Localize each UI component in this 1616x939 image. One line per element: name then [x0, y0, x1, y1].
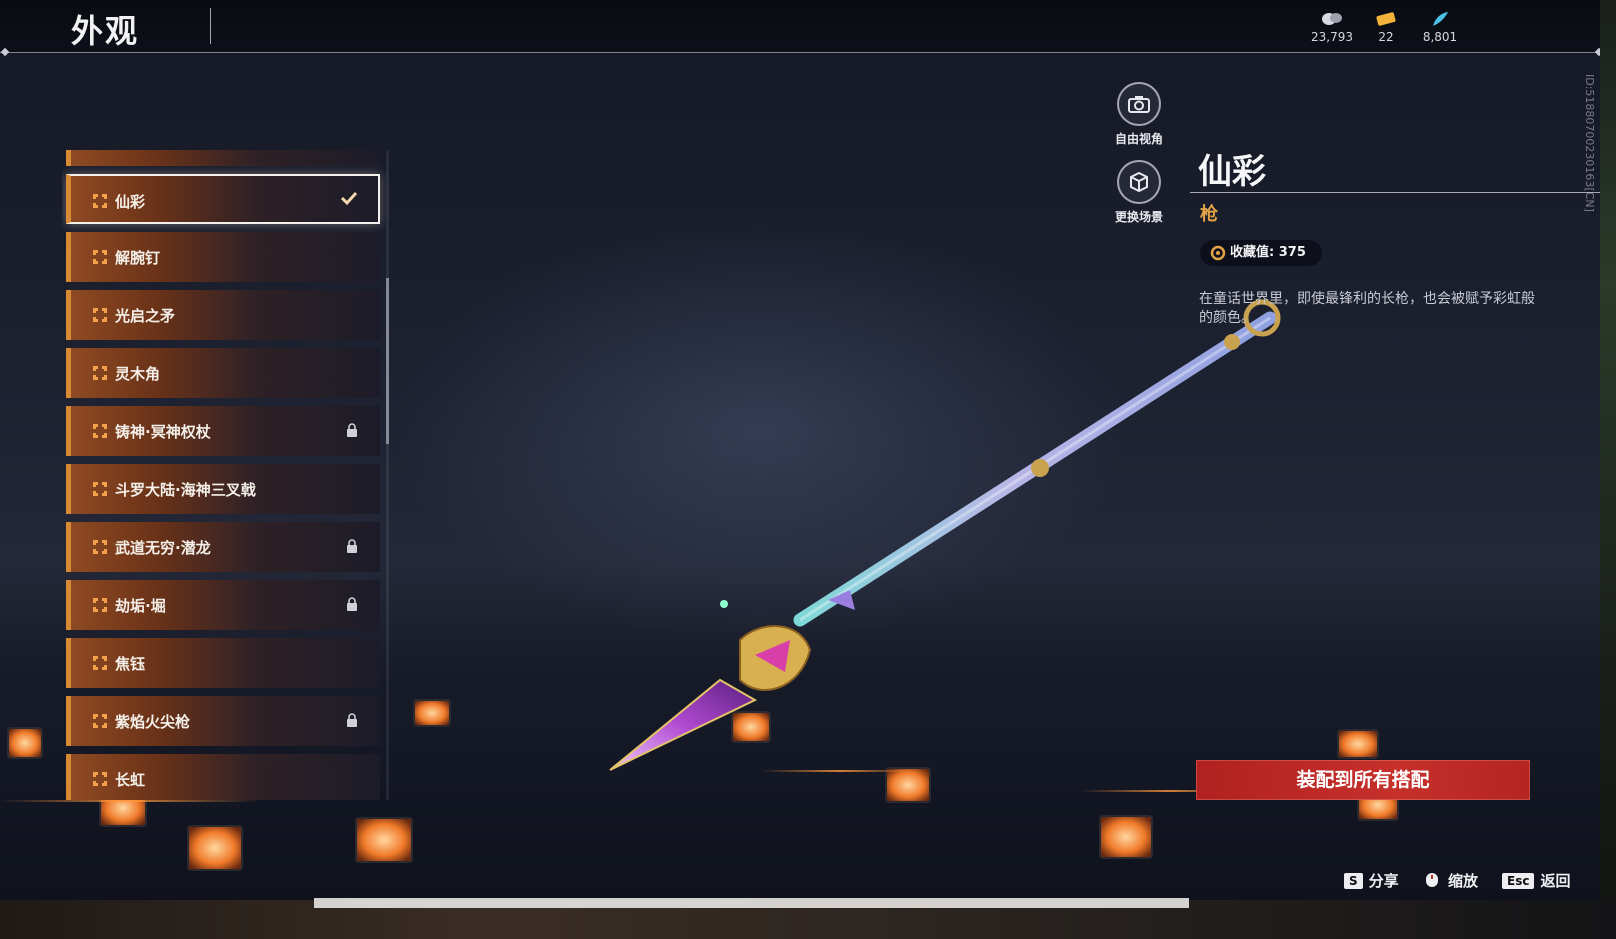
lock-icon	[347, 597, 357, 611]
spear-type-icon	[93, 250, 107, 264]
equip-all-button[interactable]: 装配到所有搭配	[1196, 760, 1530, 800]
list-item-label: 铸神·冥神权杖	[115, 423, 211, 441]
list-item-label: 斗罗大陆·海神三叉戟	[115, 481, 256, 499]
cube-icon	[1117, 160, 1161, 204]
skin-list[interactable]: 仙彩 解腕钉 光启之矛 灵木角 铸神·冥神权杖 斗罗大陆·海神三叉戟 武道无穷·…	[62, 150, 392, 800]
zoom-hint[interactable]: 缩放	[1422, 870, 1478, 891]
list-item[interactable]: 焦钰	[66, 638, 380, 688]
list-item-label: 武道无穷·潜龙	[115, 539, 211, 557]
spear-type-icon	[93, 194, 107, 208]
list-item-label: 劫垢·堀	[115, 597, 166, 615]
list-item-partial[interactable]	[66, 150, 380, 166]
currency-tickets[interactable]: 22	[1356, 10, 1416, 44]
player-id: ID:5188070023​0163[CN]	[1583, 74, 1596, 212]
list-item[interactable]: 紫焰火尖枪	[66, 696, 380, 746]
lock-icon	[347, 713, 357, 727]
list-item[interactable]: 劫垢·堀	[66, 580, 380, 630]
feather-icon	[1433, 12, 1448, 26]
coin-stack-icon	[1322, 13, 1342, 25]
spear-type-icon	[93, 714, 107, 728]
change-scene-label: 更换场景	[1114, 210, 1163, 224]
list-item[interactable]: 光启之矛	[66, 290, 380, 340]
zoom-label: 缩放	[1448, 872, 1479, 890]
background-window-edge	[1600, 0, 1616, 939]
spear-type-icon	[93, 656, 107, 670]
list-item[interactable]: 灵木角	[66, 348, 380, 398]
back-hint[interactable]: Esc 返回	[1502, 870, 1570, 891]
list-item[interactable]: 武道无穷·潜龙	[66, 522, 380, 572]
spear-type-icon	[93, 772, 107, 786]
free-view-label: 自由视角	[1114, 132, 1163, 146]
list-item-label: 仙彩	[115, 193, 146, 211]
name-divider	[1190, 192, 1600, 193]
camera-icon	[1117, 82, 1161, 126]
share-label: 分享	[1368, 872, 1399, 890]
esc-key: Esc	[1502, 873, 1535, 889]
check-icon	[340, 191, 358, 206]
list-item-label: 解腕钉	[115, 249, 161, 267]
list-item-label: 紫焰火尖枪	[115, 713, 191, 731]
currency-value: 8,801	[1422, 30, 1458, 44]
list-item[interactable]: 铸神·冥神权杖	[66, 406, 380, 456]
spear-type-icon	[93, 424, 107, 438]
share-hint[interactable]: S 分享	[1344, 870, 1399, 891]
item-type: 枪	[1200, 204, 1218, 225]
currency-value: 23,793	[1311, 30, 1353, 44]
lock-icon	[347, 539, 357, 553]
currency-coins[interactable]: 23,793	[1302, 10, 1362, 44]
mouse-icon	[1426, 873, 1438, 887]
item-description: 在童话世界里，即使最锋利的长枪，也会被赋予彩虹般的颜色。	[1199, 291, 1535, 326]
collection-value: 收藏值: 375	[1230, 245, 1306, 260]
ticket-icon	[1376, 12, 1396, 26]
page-title: 外观	[71, 12, 140, 50]
list-scrollbar-thumb[interactable]	[386, 278, 389, 444]
currency-feathers[interactable]: 8,801	[1410, 10, 1470, 44]
item-name: 仙彩	[1198, 152, 1266, 192]
spear-type-icon	[93, 540, 107, 554]
list-item-label: 焦钰	[115, 655, 146, 673]
list-item-label: 长虹	[115, 771, 146, 789]
spear-type-icon	[93, 598, 107, 612]
back-label: 返回	[1540, 872, 1571, 890]
background-window-bar	[314, 898, 1189, 908]
currency-value: 22	[1378, 30, 1394, 44]
list-item[interactable]: 长虹	[66, 754, 380, 800]
list-item-label: 灵木角	[115, 365, 161, 383]
share-key: S	[1344, 873, 1363, 889]
top-divider	[0, 52, 1600, 53]
collection-icon	[1210, 245, 1226, 261]
game-scene: 外观 23,793 22 8,801 仙彩 解腕钉 光启之矛 灵木角 铸神·冥神…	[0, 0, 1616, 939]
list-scrollbar-track[interactable]	[386, 150, 389, 800]
title-separator	[210, 8, 211, 44]
list-item[interactable]: 解腕钉	[66, 232, 380, 282]
list-item[interactable]: 仙彩	[66, 174, 380, 224]
free-view-button[interactable]: 自由视角	[1104, 82, 1174, 147]
list-item-label: 光启之矛	[115, 307, 176, 325]
spear-type-icon	[93, 308, 107, 322]
collection-value-badge: 收藏值: 375	[1200, 240, 1322, 266]
lock-icon	[347, 423, 357, 437]
spear-type-icon	[93, 366, 107, 380]
change-scene-button[interactable]: 更换场景	[1104, 160, 1174, 225]
spear-type-icon	[93, 482, 107, 496]
list-item[interactable]: 斗罗大陆·海神三叉戟	[66, 464, 380, 514]
